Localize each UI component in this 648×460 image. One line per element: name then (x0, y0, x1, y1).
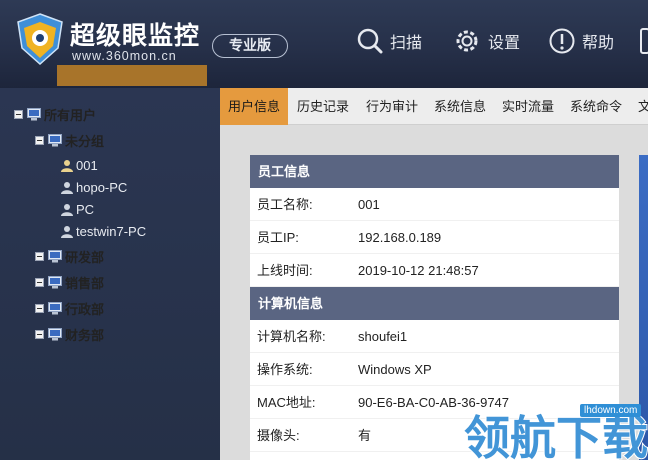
collapse-icon[interactable] (35, 135, 44, 145)
watermark-url: lhdown.com (580, 404, 642, 417)
computer-icon (48, 133, 62, 146)
help-icon (549, 28, 575, 54)
gear-icon (456, 30, 478, 52)
field-label: 操作系统: (257, 362, 313, 377)
field-value: 有 (358, 428, 372, 443)
field-label: 员工IP: (257, 230, 299, 245)
field-value: 2019-10-12 21:48:57 (358, 263, 479, 278)
collapse-icon[interactable] (35, 303, 44, 313)
user-icon (61, 203, 73, 216)
tree-root-label: 所有用户 (44, 107, 97, 123)
employee-name-row: 员工名称: 001 (250, 188, 619, 221)
tree-group-label: 行政部 (65, 301, 105, 317)
field-label: 摄像头: (257, 428, 300, 443)
scan-icon (357, 28, 383, 54)
tree-group-finance[interactable]: 财务部 (35, 324, 104, 344)
field-label: 计算机名称: (257, 329, 326, 344)
tree-group-label: 财务部 (65, 327, 105, 343)
field-value: 192.168.0.189 (358, 230, 442, 245)
field-value: Windows XP (358, 362, 432, 377)
tree-user-label: PC (76, 201, 95, 217)
tab-more[interactable]: 文 (638, 88, 648, 125)
tree-user-001[interactable]: 001 (60, 155, 98, 175)
scan-label: 扫描 (390, 35, 423, 52)
user-tree (0, 88, 220, 460)
tab-audit[interactable]: 行为审计 (366, 88, 418, 125)
tab-commands[interactable]: 系统命令 (570, 88, 622, 125)
collapse-icon[interactable] (14, 109, 23, 119)
computer-icon (48, 249, 62, 262)
tab-traffic[interactable]: 实时流量 (502, 88, 554, 125)
field-label: MAC地址: (257, 395, 316, 410)
tree-group-label: 销售部 (65, 275, 105, 291)
tree-group-sales[interactable]: 销售部 (35, 272, 104, 292)
scan-button[interactable]: 扫描 (356, 26, 422, 56)
selected-row-highlight (57, 65, 207, 86)
user-icon (61, 225, 73, 238)
brand-title: 超级眼监控 (70, 22, 201, 50)
computer-icon (48, 275, 62, 288)
tree-group-ungrouped[interactable]: 未分组 (35, 130, 104, 150)
tree-group-label: 未分组 (65, 133, 105, 149)
more-icon[interactable] (640, 28, 648, 54)
tab-user-info[interactable]: 用户信息 (220, 88, 288, 125)
computer-name-row: 计算机名称: shoufei1 (250, 320, 619, 353)
tree-user-label: testwin7-PC (76, 223, 147, 239)
app-logo-icon (17, 13, 63, 66)
section-computer-title: 计算机信息 (250, 287, 619, 320)
tree-group-rd[interactable]: 研发部 (35, 246, 104, 266)
collapse-icon[interactable] (35, 251, 44, 261)
user-icon (61, 181, 73, 194)
tree-group-label: 研发部 (65, 249, 105, 265)
tab-bar: 用户信息 历史记录 行为审计 系统信息 实时流量 系统命令 文 (220, 88, 648, 125)
tree-group-admin[interactable]: 行政部 (35, 298, 104, 318)
os-row: 操作系统: Windows XP (250, 353, 619, 386)
tab-history[interactable]: 历史记录 (297, 88, 349, 125)
tree-user-label: hopo-PC (76, 179, 128, 195)
tab-system-info[interactable]: 系统信息 (434, 88, 486, 125)
field-value: shoufei1 (358, 329, 408, 344)
computer-icon (27, 107, 41, 120)
field-label: 上线时间: (257, 263, 313, 278)
user-icon (61, 159, 73, 172)
brand-domain: www.360mon.cn (72, 49, 177, 63)
tree-user-testwin7-pc[interactable]: testwin7-PC (60, 221, 146, 241)
tree-user-label: 001 (76, 157, 98, 173)
section-employee-title: 员工信息 (250, 155, 619, 188)
help-label: 帮助 (582, 35, 615, 52)
computer-icon (48, 327, 62, 340)
settings-label: 设置 (488, 35, 521, 52)
tree-user-hopo-pc[interactable]: hopo-PC (60, 177, 127, 197)
employee-online-time-row: 上线时间: 2019-10-12 21:48:57 (250, 254, 619, 287)
collapse-icon[interactable] (35, 277, 44, 287)
field-value: 001 (358, 197, 380, 212)
employee-ip-row: 员工IP: 192.168.0.189 (250, 221, 619, 254)
computer-icon (48, 301, 62, 314)
settings-button[interactable]: 设置 (452, 26, 520, 56)
help-button[interactable]: 帮助 (548, 26, 614, 56)
collapse-icon[interactable] (35, 329, 44, 339)
svg-text:领航下载: 领航下载 (464, 411, 648, 460)
tree-node-root[interactable]: 所有用户 (14, 104, 96, 124)
edition-badge: 专业版 (212, 34, 288, 58)
field-label: 员工名称: (257, 197, 313, 212)
tree-user-pc[interactable]: PC (60, 199, 94, 219)
